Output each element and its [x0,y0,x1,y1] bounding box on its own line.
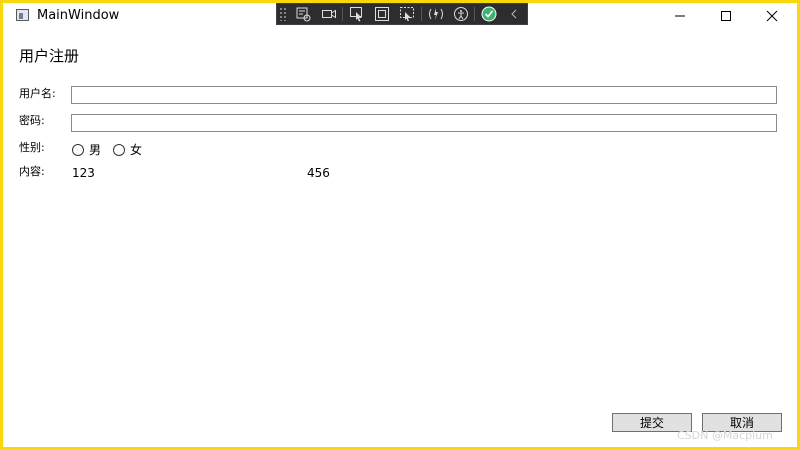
username-input[interactable] [71,86,777,104]
minimize-icon [675,15,685,17]
content-value-2: 456 [307,166,330,180]
radio-label-female: 女 [130,143,143,157]
xaml-debug-toolbar [276,3,528,25]
collapse-toolbar-button[interactable] [502,3,527,25]
username-label: 用户名: [19,87,56,100]
check-circle-icon [481,6,497,22]
select-element-icon [296,7,311,22]
pointer-select-icon [349,7,362,22]
hot-reload-button[interactable] [423,3,448,25]
password-label: 密码: [19,114,45,127]
minimize-button[interactable] [657,3,703,29]
radio-circle[interactable] [72,143,84,156]
toolbar-separator [342,7,344,21]
radio-label-male: 男 [89,143,102,157]
select-element-button[interactable] [291,3,316,25]
pointer-select-button[interactable] [344,3,369,25]
track-focused-element-icon [400,7,415,21]
track-focus-button[interactable] [395,3,420,25]
gender-radio-male[interactable]: 男 [72,141,101,158]
status-ok-button[interactable] [476,3,501,25]
form-heading: 用户注册 [19,47,80,65]
record-button[interactable] [316,3,341,25]
maximize-icon [721,11,731,21]
password-input[interactable] [71,114,777,132]
app-window-icon [16,9,29,21]
maximize-button[interactable] [703,3,749,29]
accessibility-button[interactable] [448,3,473,25]
collapse-chevron-icon [511,9,517,19]
gender-radio-female[interactable]: 女 [113,141,142,158]
display-layout-adorners-icon [375,7,390,21]
main-window: MainWindow 用户注册 用户名: 密码: 性别: 男 女 内容: 123… [0,0,800,450]
content-label: 内容: [19,165,45,178]
hot-reload-icon [428,8,443,20]
toolbar-separator [474,7,476,21]
close-icon [766,10,778,22]
adorners-button[interactable] [369,3,394,25]
gender-label: 性别: [19,141,45,154]
accessibility-icon [453,7,468,21]
toolbar-separator [420,7,422,21]
close-button[interactable] [749,3,795,29]
toolbar-grip[interactable] [279,7,287,21]
video-camera-icon [321,9,336,19]
radio-circle[interactable] [113,143,125,156]
watermark-text: CSDN @Macplum [677,429,773,442]
content-value-1: 123 [72,166,95,180]
window-title: MainWindow [37,8,120,23]
